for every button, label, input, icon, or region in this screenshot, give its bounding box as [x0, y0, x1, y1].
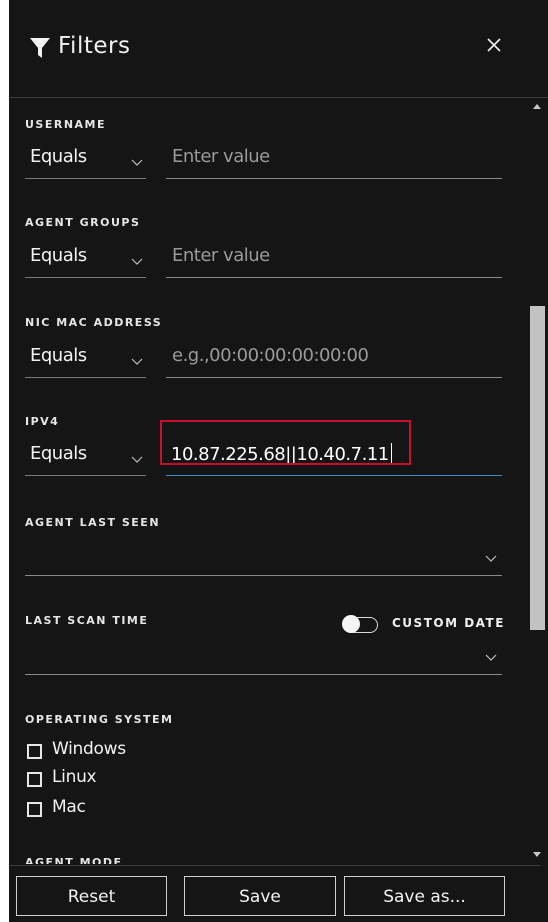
agent-groups-operator-select[interactable]: Equals	[25, 245, 146, 278]
close-icon[interactable]	[483, 34, 505, 56]
save-button[interactable]: Save	[184, 876, 336, 916]
username-operator-select[interactable]: Equals	[25, 146, 146, 179]
panel-title: Filters	[58, 33, 131, 59]
agent-groups-value-placeholder: Enter value	[172, 245, 270, 266]
chevron-down-icon	[131, 159, 143, 166]
last-scan-time-select[interactable]	[25, 644, 502, 675]
agent-groups-value-input[interactable]: Enter value	[166, 245, 502, 278]
reset-button[interactable]: Reset	[16, 876, 167, 916]
os-option-label: Mac	[52, 797, 86, 817]
filters-scroll-area: USERNAME Equals Enter value AGENT GROUPS…	[9, 98, 534, 864]
os-option-mac[interactable]: Mac	[25, 797, 165, 820]
nic-mac-value-placeholder: e.g.,00:00:00:00:00:00	[172, 345, 369, 366]
username-value-placeholder: Enter value	[172, 146, 270, 167]
text-caret	[390, 443, 392, 463]
nic-mac-address-label: NIC MAC ADDRESS	[25, 316, 163, 329]
filters-header: Filters	[9, 0, 548, 98]
ipv4-value: 10.87.225.68||10.40.7.11	[171, 444, 389, 465]
filter-icon	[30, 38, 50, 58]
ipv4-value-input[interactable]: 10.87.225.68||10.40.7.11	[166, 443, 502, 476]
scroll-up-arrow-icon[interactable]	[533, 104, 541, 109]
os-option-linux[interactable]: Linux	[25, 767, 165, 790]
custom-date-label: CUSTOM DATE	[392, 616, 505, 630]
chevron-down-icon	[485, 555, 497, 562]
nic-mac-operator-value: Equals	[30, 345, 87, 366]
filters-panel: Filters USERNAME Equals Enter value AGEN…	[9, 0, 548, 922]
chevron-down-icon	[131, 456, 143, 463]
checkbox-icon[interactable]	[27, 772, 42, 787]
scrollbar-thumb[interactable]	[530, 306, 545, 630]
ipv4-label: IPV4	[25, 415, 60, 428]
agent-mode-label: AGENT MODE	[25, 856, 123, 864]
os-option-label: Windows	[52, 739, 126, 759]
nic-mac-value-input[interactable]: e.g.,00:00:00:00:00:00	[166, 345, 502, 378]
chevron-down-icon	[131, 358, 143, 365]
custom-date-toggle[interactable]	[339, 612, 379, 634]
agent-groups-label: AGENT GROUPS	[25, 216, 141, 229]
save-as-button[interactable]: Save as...	[344, 876, 505, 916]
toggle-knob	[342, 615, 360, 633]
checkbox-icon[interactable]	[27, 744, 42, 759]
panel-edge	[540, 863, 548, 887]
agent-groups-operator-value: Equals	[30, 245, 87, 266]
nic-mac-operator-select[interactable]: Equals	[25, 345, 146, 378]
scroll-down-arrow-icon[interactable]	[533, 852, 541, 857]
chevron-down-icon	[131, 258, 143, 265]
agent-last-seen-select[interactable]	[25, 545, 502, 576]
filters-footer: Reset Save Save as...	[9, 865, 548, 922]
last-scan-time-label: LAST SCAN TIME	[25, 614, 149, 627]
os-option-label: Linux	[52, 767, 97, 787]
username-operator-value: Equals	[30, 146, 87, 167]
ipv4-operator-select[interactable]: Equals	[25, 443, 146, 476]
checkbox-icon[interactable]	[27, 802, 42, 817]
vertical-scrollbar[interactable]	[529, 98, 546, 864]
operating-system-label: OPERATING SYSTEM	[25, 713, 174, 726]
agent-last-seen-label: AGENT LAST SEEN	[25, 516, 161, 529]
username-label: USERNAME	[25, 118, 107, 131]
ipv4-value-text: 10.87.225.68||10.40.7.11	[171, 443, 392, 465]
chevron-down-icon	[485, 654, 497, 661]
os-option-windows[interactable]: Windows	[25, 739, 165, 762]
ipv4-operator-value: Equals	[30, 443, 87, 464]
username-value-input[interactable]: Enter value	[166, 146, 502, 179]
